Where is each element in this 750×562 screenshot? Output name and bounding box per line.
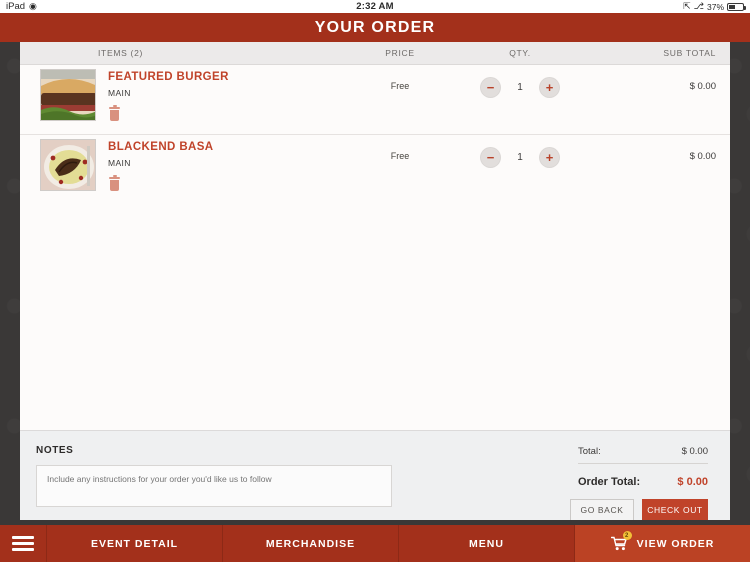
shopping-cart-icon: 2 [610, 531, 632, 551]
action-buttons: GO BACK CHECK OUT [440, 499, 708, 520]
page-title: YOUR ORDER [314, 18, 436, 36]
column-header-subtotal: SUB TOTAL [663, 48, 716, 58]
tab-label: EVENT DETAIL [90, 537, 179, 550]
total-row: Total: $ 0.00 [578, 446, 708, 464]
ios-status-bar: iPad ◉ 2:32 AM ⇱ ⎇ 37% [0, 0, 750, 13]
decrease-quantity-button[interactable]: − [480, 77, 501, 98]
notes-section: NOTES [20, 431, 440, 520]
decrease-quantity-button[interactable]: − [480, 147, 501, 168]
status-bar-time: 2:32 AM [356, 1, 394, 12]
cart-badge: 2 [622, 531, 632, 540]
hamburger-menu-icon [12, 533, 34, 554]
item-text-block: FEATURED BURGER MAIN [96, 69, 229, 122]
go-back-button[interactable]: GO BACK [570, 499, 634, 520]
notes-input[interactable] [36, 465, 392, 507]
tab-view-order[interactable]: 2 VIEW ORDER [574, 525, 750, 562]
totals-section: Total: $ 0.00 Order Total: $ 0.00 GO BAC… [440, 431, 730, 520]
quantity-value: 1 [517, 82, 523, 93]
increase-quantity-button[interactable]: + [539, 77, 560, 98]
tab-event-detail[interactable]: EVENT DETAIL [46, 525, 222, 562]
order-items-area: FEATURED BURGER MAIN Free − 1 + $ 0.00 B… [20, 65, 730, 430]
order-total-value: $ 0.00 [677, 476, 708, 488]
item-text-block: BLACKEND BASA MAIN [96, 139, 214, 192]
item-price: Free [390, 81, 410, 91]
total-value: $ 0.00 [681, 446, 708, 457]
hamburger-menu-button[interactable] [0, 525, 46, 562]
tab-label: MENU [469, 537, 504, 550]
bluetooth-icon: ⎇ [693, 1, 704, 11]
battery-icon [727, 2, 746, 11]
total-label: Total: [578, 446, 601, 457]
item-category: MAIN [108, 88, 131, 98]
tab-merchandise[interactable]: MERCHANDISE [222, 525, 398, 562]
bottom-tab-bar: EVENT DETAIL MERCHANDISE MENU 2 VIEW ORD… [0, 525, 750, 562]
column-header-price: PRICE [385, 48, 415, 58]
quantity-value: 1 [517, 152, 523, 163]
delete-item-icon[interactable] [108, 175, 121, 192]
item-subtotal: $ 0.00 [689, 81, 716, 92]
item-info: FEATURED BURGER MAIN [20, 69, 350, 122]
item-category: MAIN [108, 158, 131, 168]
order-total-label: Order Total: [578, 476, 641, 488]
content-stage: ITEMS (2) PRICE QTY. SUB TOTAL FEATURED … [0, 42, 750, 525]
order-items-list: FEATURED BURGER MAIN Free − 1 + $ 0.00 B… [20, 65, 730, 205]
table-row: FEATURED BURGER MAIN Free − 1 + $ 0.00 [20, 65, 730, 135]
increase-quantity-button[interactable]: + [539, 147, 560, 168]
notes-label: NOTES [36, 445, 74, 456]
location-arrow-icon: ⇱ [683, 1, 691, 11]
tab-menu[interactable]: MENU [398, 525, 574, 562]
order-card: ITEMS (2) PRICE QTY. SUB TOTAL FEATURED … [20, 42, 730, 520]
tab-label: VIEW ORDER [636, 537, 715, 550]
check-out-button[interactable]: CHECK OUT [642, 499, 708, 520]
order-summary-panel: NOTES Total: $ 0.00 Order Total: $ 0.00 … [20, 430, 730, 520]
item-info: BLACKEND BASA MAIN [20, 139, 350, 192]
item-name[interactable]: FEATURED BURGER [108, 71, 229, 83]
page-header: YOUR ORDER [0, 13, 750, 42]
table-row: BLACKEND BASA MAIN Free − 1 + $ 0.00 [20, 135, 730, 205]
quantity-stepper: − 1 + [450, 139, 590, 168]
item-name[interactable]: BLACKEND BASA [108, 141, 214, 153]
column-header-items: ITEMS (2) [98, 48, 144, 58]
quantity-stepper: − 1 + [450, 69, 590, 98]
table-header: ITEMS (2) PRICE QTY. SUB TOTAL [20, 42, 730, 65]
app-screen: iPad ◉ 2:32 AM ⇱ ⎇ 37% YOUR ORDER ITEMS … [0, 0, 750, 562]
battery-percent-label: 37% [706, 1, 724, 12]
item-price: Free [390, 151, 410, 161]
status-bar-right: ⇱ ⎇ 37% [683, 1, 746, 12]
order-total-row: Order Total: $ 0.00 [578, 476, 708, 488]
delete-item-icon[interactable] [108, 105, 121, 122]
column-header-qty: QTY. [509, 48, 531, 58]
fish-dish-photo [40, 139, 96, 191]
burger-photo [40, 69, 96, 121]
tab-label: MERCHANDISE [265, 537, 356, 550]
item-subtotal: $ 0.00 [689, 151, 716, 162]
